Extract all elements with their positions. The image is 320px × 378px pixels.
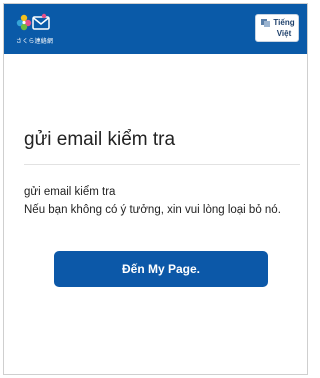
header-bar: さくら連絡網 Tiếng Việt [4,4,307,54]
message-line-2: Nếu bạn không có ý tưởng, xin vui lòng l… [24,204,281,216]
language-button[interactable]: Tiếng Việt [255,14,299,42]
language-label: Tiếng Việt [273,18,295,38]
app-frame: さくら連絡網 Tiếng Việt gửi email kiểm tra gửi… [3,3,308,375]
message-line-1: gửi email kiểm tra [24,186,116,198]
translate-icon [261,19,270,27]
go-to-mypage-button[interactable]: Đến My Page. [54,251,268,287]
sakura-logo-icon [16,13,50,31]
page-title: gửi email kiểm tra [24,129,176,150]
app-logo[interactable]: さくら連絡網 [16,12,56,46]
logo-text: さくら連絡網 [16,39,54,45]
divider [24,164,300,165]
